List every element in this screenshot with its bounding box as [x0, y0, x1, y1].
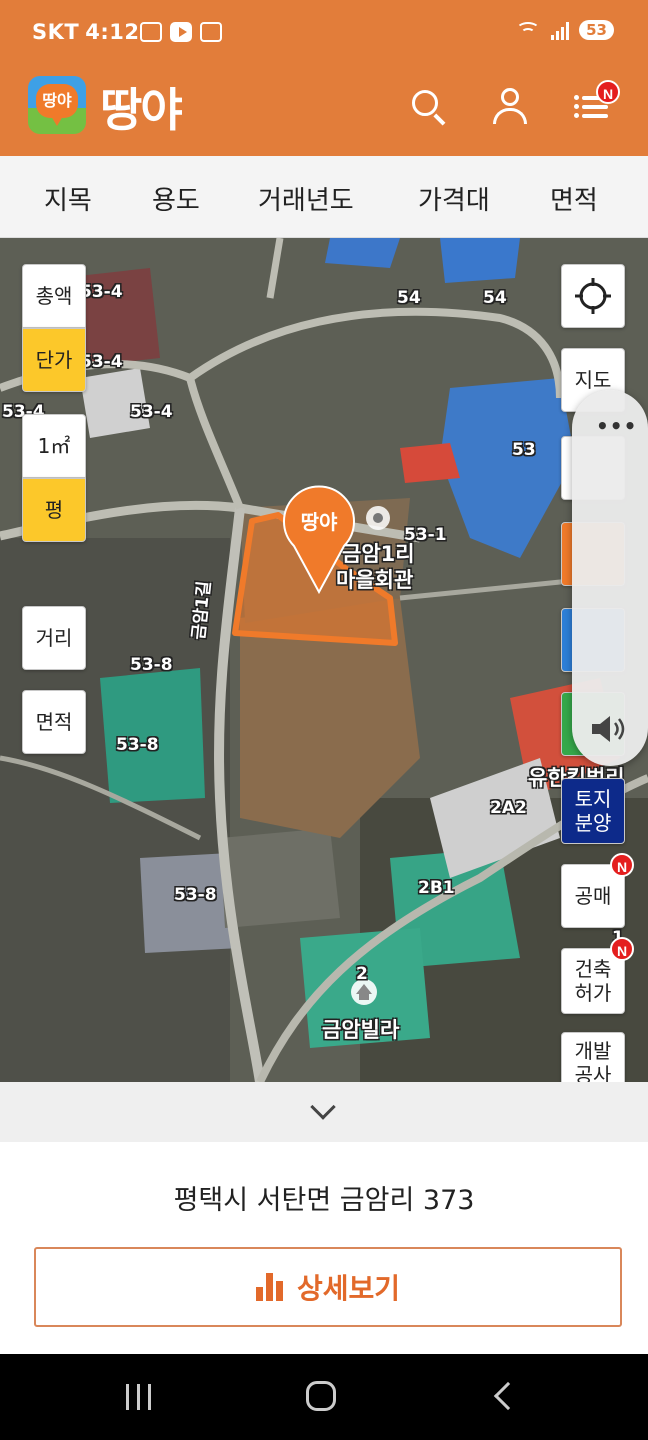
youtube-icon [170, 22, 192, 42]
parcel-label: 2B1 [418, 878, 455, 898]
screenshot-icon [140, 22, 162, 42]
parcel-label: 2 [356, 964, 368, 984]
status-time: 4:12 [85, 20, 140, 44]
volume-more-icon[interactable]: ••• [596, 414, 637, 438]
filter-trade-year[interactable]: 거래년도 [258, 180, 354, 217]
price-unit-button[interactable]: 단가 [22, 328, 86, 392]
filter-price-range[interactable]: 가격대 [418, 180, 490, 217]
parcel-label: 54 [397, 288, 421, 308]
speaker-icon[interactable] [590, 714, 630, 744]
detail-view-button[interactable]: 상세보기 [34, 1247, 622, 1327]
signal-icon [551, 20, 570, 40]
wifi-icon [515, 20, 541, 40]
parcel-label: 53-4 [80, 282, 123, 302]
bottom-sheet-handle[interactable] [0, 1082, 648, 1142]
area-measure-button[interactable]: 면적 [22, 690, 86, 754]
development-work-button[interactable]: 개발 공사 [561, 1032, 625, 1082]
land-sale-button[interactable]: 토지 분양 [561, 778, 625, 844]
building-permit-button[interactable]: 건축 허가 N [561, 937, 634, 1014]
notification-icons [140, 22, 222, 42]
bar-chart-icon [255, 1273, 283, 1301]
crosshair-icon [575, 278, 611, 314]
my-location-button[interactable] [561, 264, 625, 328]
menu-new-badge: N [596, 80, 620, 104]
filter-land-category[interactable]: 지목 [44, 180, 92, 217]
parcel-label: 2A2 [490, 798, 527, 818]
parcel-label: 53 [512, 440, 536, 460]
back-icon[interactable] [493, 1381, 523, 1411]
detail-view-label: 상세보기 [296, 1272, 401, 1305]
price-total-button[interactable]: 총액 [22, 264, 86, 328]
marker-label: 땅야 [300, 510, 338, 534]
calendar-icon [200, 22, 222, 42]
user-icon[interactable] [490, 86, 530, 126]
chevron-down-icon[interactable] [310, 1094, 336, 1120]
unit-pyeong-button[interactable]: 평 [22, 478, 86, 542]
app-logo-icon[interactable]: 땅야 [28, 76, 86, 134]
filter-area[interactable]: 면적 [550, 180, 598, 217]
app-logo-text[interactable]: 땅야 [100, 74, 183, 140]
public-auction-button[interactable]: 공매 N [561, 853, 634, 928]
satellite-map[interactable]: 53-4 53-4 53-4 53-4 54 54 53 53-1 53-8 5… [0, 238, 648, 1082]
auction-new-badge: N [610, 853, 634, 877]
home-icon[interactable] [306, 1381, 336, 1411]
battery-icon: 53 [579, 20, 614, 40]
poi-label: 금암빌라 [322, 1018, 400, 1042]
location-marker[interactable]: 땅야 [282, 484, 356, 595]
menu-icon[interactable]: N [572, 80, 620, 126]
parcel-label: 54 [483, 288, 507, 308]
parcel-label: 53-4 [130, 402, 173, 422]
status-bar: SKT 4:12 53 [0, 0, 648, 68]
parcel-label: 53-8 [174, 885, 217, 905]
parcel-address: 평택시 서탄면 금암리 373 [173, 1185, 475, 1216]
system-nav-bar [0, 1354, 648, 1440]
volume-panel[interactable]: ••• [572, 390, 648, 766]
unit-m2-button[interactable]: 1㎡ [22, 414, 86, 478]
status-carrier: SKT 4:12 [32, 20, 140, 44]
filter-bar: 지목 용도 거래년도 가격대 면적 [0, 156, 648, 238]
search-icon[interactable] [408, 86, 448, 126]
distance-button[interactable]: 거리 [22, 606, 86, 670]
parcel-label: 53-8 [130, 655, 173, 675]
permit-new-badge: N [610, 937, 634, 961]
recents-icon[interactable] [126, 1384, 151, 1410]
parcel-label: 53-8 [116, 735, 159, 755]
parcel-label: 53-4 [80, 352, 123, 372]
app-header: 땅야 땅야 N [0, 68, 648, 156]
filter-zoning[interactable]: 용도 [152, 180, 200, 217]
